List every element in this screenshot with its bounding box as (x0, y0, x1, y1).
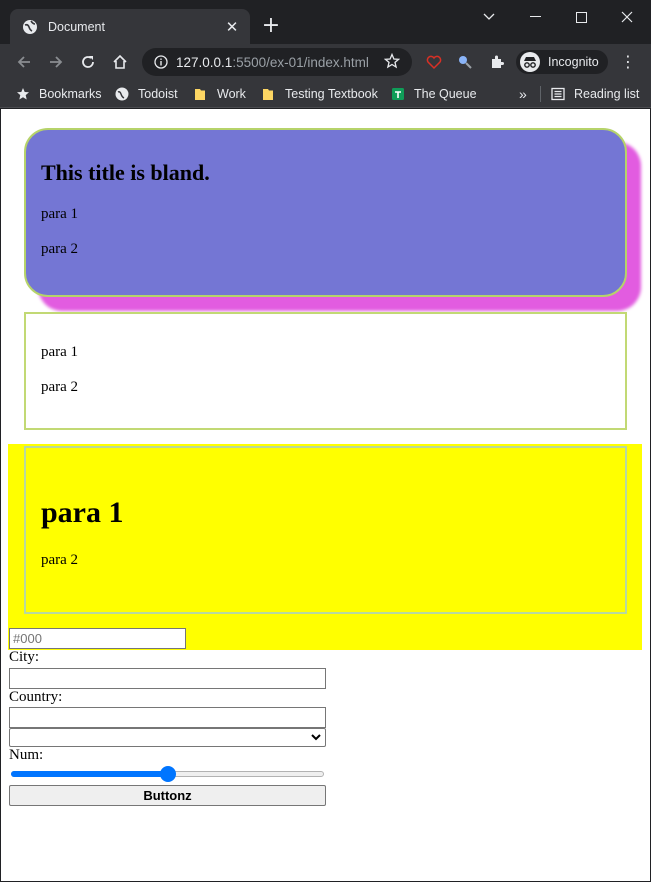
magnifier-extension-icon[interactable] (457, 54, 473, 70)
yellow-band: para 1 para 2 (8, 444, 642, 650)
maximize-button[interactable] (558, 6, 604, 28)
incognito-icon (520, 52, 540, 72)
minimize-button[interactable] (512, 6, 558, 28)
bookmark-bookmarks[interactable]: Bookmarks (16, 86, 102, 102)
country-label: Country: (9, 689, 63, 705)
bookmark-label: Testing Textbook (285, 87, 378, 101)
country-input[interactable] (9, 707, 326, 728)
bookmark-label: Todoist (138, 87, 178, 101)
address-bar[interactable]: 127.0.0.1:5500/ex-01/index.html (142, 48, 412, 76)
tab-strip: Document ✕ + (0, 0, 651, 44)
browser-toolbar: 127.0.0.1:5500/ex-01/index.html Incognit… (0, 44, 651, 80)
slider-thumb[interactable] (159, 766, 176, 782)
address-path: :5500/ex-01/index.html (232, 54, 369, 70)
city-label: City: (9, 649, 40, 665)
bookmark-label: Bookmarks (39, 87, 102, 101)
more-menu-icon[interactable]: ⋮ (620, 52, 636, 72)
new-tab-button[interactable]: + (260, 15, 282, 38)
page-viewport: This title is bland. para 1 para 2 para … (1, 109, 650, 881)
extensions-puzzle-icon[interactable] (489, 54, 505, 70)
home-button[interactable] (104, 46, 136, 78)
card-paragraph: para 2 (41, 241, 79, 257)
yellow-card: para 1 para 2 (24, 446, 627, 614)
reload-button[interactable] (72, 46, 104, 78)
arrow-left-icon (17, 56, 30, 68)
bookmark-label: The Queue (414, 87, 477, 101)
close-tab-icon[interactable]: ✕ (224, 19, 240, 35)
city-input[interactable] (9, 668, 326, 689)
title-card: This title is bland. para 1 para 2 (24, 128, 627, 297)
address-host: 127.0.0.1 (176, 54, 233, 70)
reload-icon (82, 56, 94, 68)
bookmark-testing-textbook[interactable]: Testing Textbook (262, 86, 378, 102)
close-window-button[interactable] (604, 6, 650, 28)
bookmarks-bar: Bookmarks Todoist Work Testing Textbook … (0, 80, 651, 108)
tab-title: Document (48, 19, 105, 34)
bookmark-work[interactable]: Work (194, 86, 246, 102)
bookmarks-overflow-button[interactable]: » (519, 86, 527, 102)
hex-color-input[interactable] (9, 628, 186, 649)
sheets-icon (392, 88, 404, 100)
card-heading: para 1 (41, 496, 124, 529)
back-button[interactable] (8, 46, 40, 78)
plain-card: para 1 para 2 (24, 312, 627, 430)
bookmark-label: Work (217, 87, 246, 101)
card-paragraph: para 2 (41, 379, 79, 395)
home-icon (113, 54, 127, 69)
tab-search-chevron-icon[interactable] (466, 6, 512, 28)
chevron-down-icon (311, 734, 321, 741)
card-paragraph: para 1 (41, 206, 79, 222)
globe-icon (23, 19, 37, 34)
reading-list-button[interactable]: Reading list (551, 86, 639, 102)
info-icon[interactable] (154, 55, 168, 69)
bookmark-star-icon[interactable] (384, 53, 400, 69)
slider-fill (11, 771, 168, 777)
num-label: Num: (9, 747, 44, 763)
forward-button[interactable] (40, 46, 72, 78)
bookmarks-divider (540, 86, 541, 102)
card-paragraph: para 2 (41, 552, 79, 568)
incognito-profile-button[interactable]: Incognito (516, 50, 608, 74)
bookmark-the-queue[interactable]: The Queue (391, 86, 477, 102)
reading-list-label: Reading list (574, 87, 640, 101)
buttonz-button[interactable]: Buttonz (9, 785, 326, 806)
bookmark-todoist[interactable]: Todoist (115, 86, 178, 102)
folder-icon (263, 89, 273, 100)
overflow-chevron-icon: » (519, 86, 527, 102)
browser-tab[interactable]: Document ✕ (10, 9, 250, 44)
folder-icon (195, 89, 205, 100)
arrow-right-icon (50, 56, 63, 68)
num-slider[interactable] (11, 766, 324, 782)
country-select[interactable] (9, 728, 326, 747)
card-title: This title is bland. (41, 160, 210, 185)
card-paragraph: para 1 (41, 344, 79, 360)
globe-icon (115, 87, 129, 101)
reading-list-icon (551, 87, 565, 101)
heart-extension-icon[interactable] (426, 54, 442, 70)
profile-label: Incognito (548, 55, 599, 69)
star-icon (17, 88, 29, 100)
